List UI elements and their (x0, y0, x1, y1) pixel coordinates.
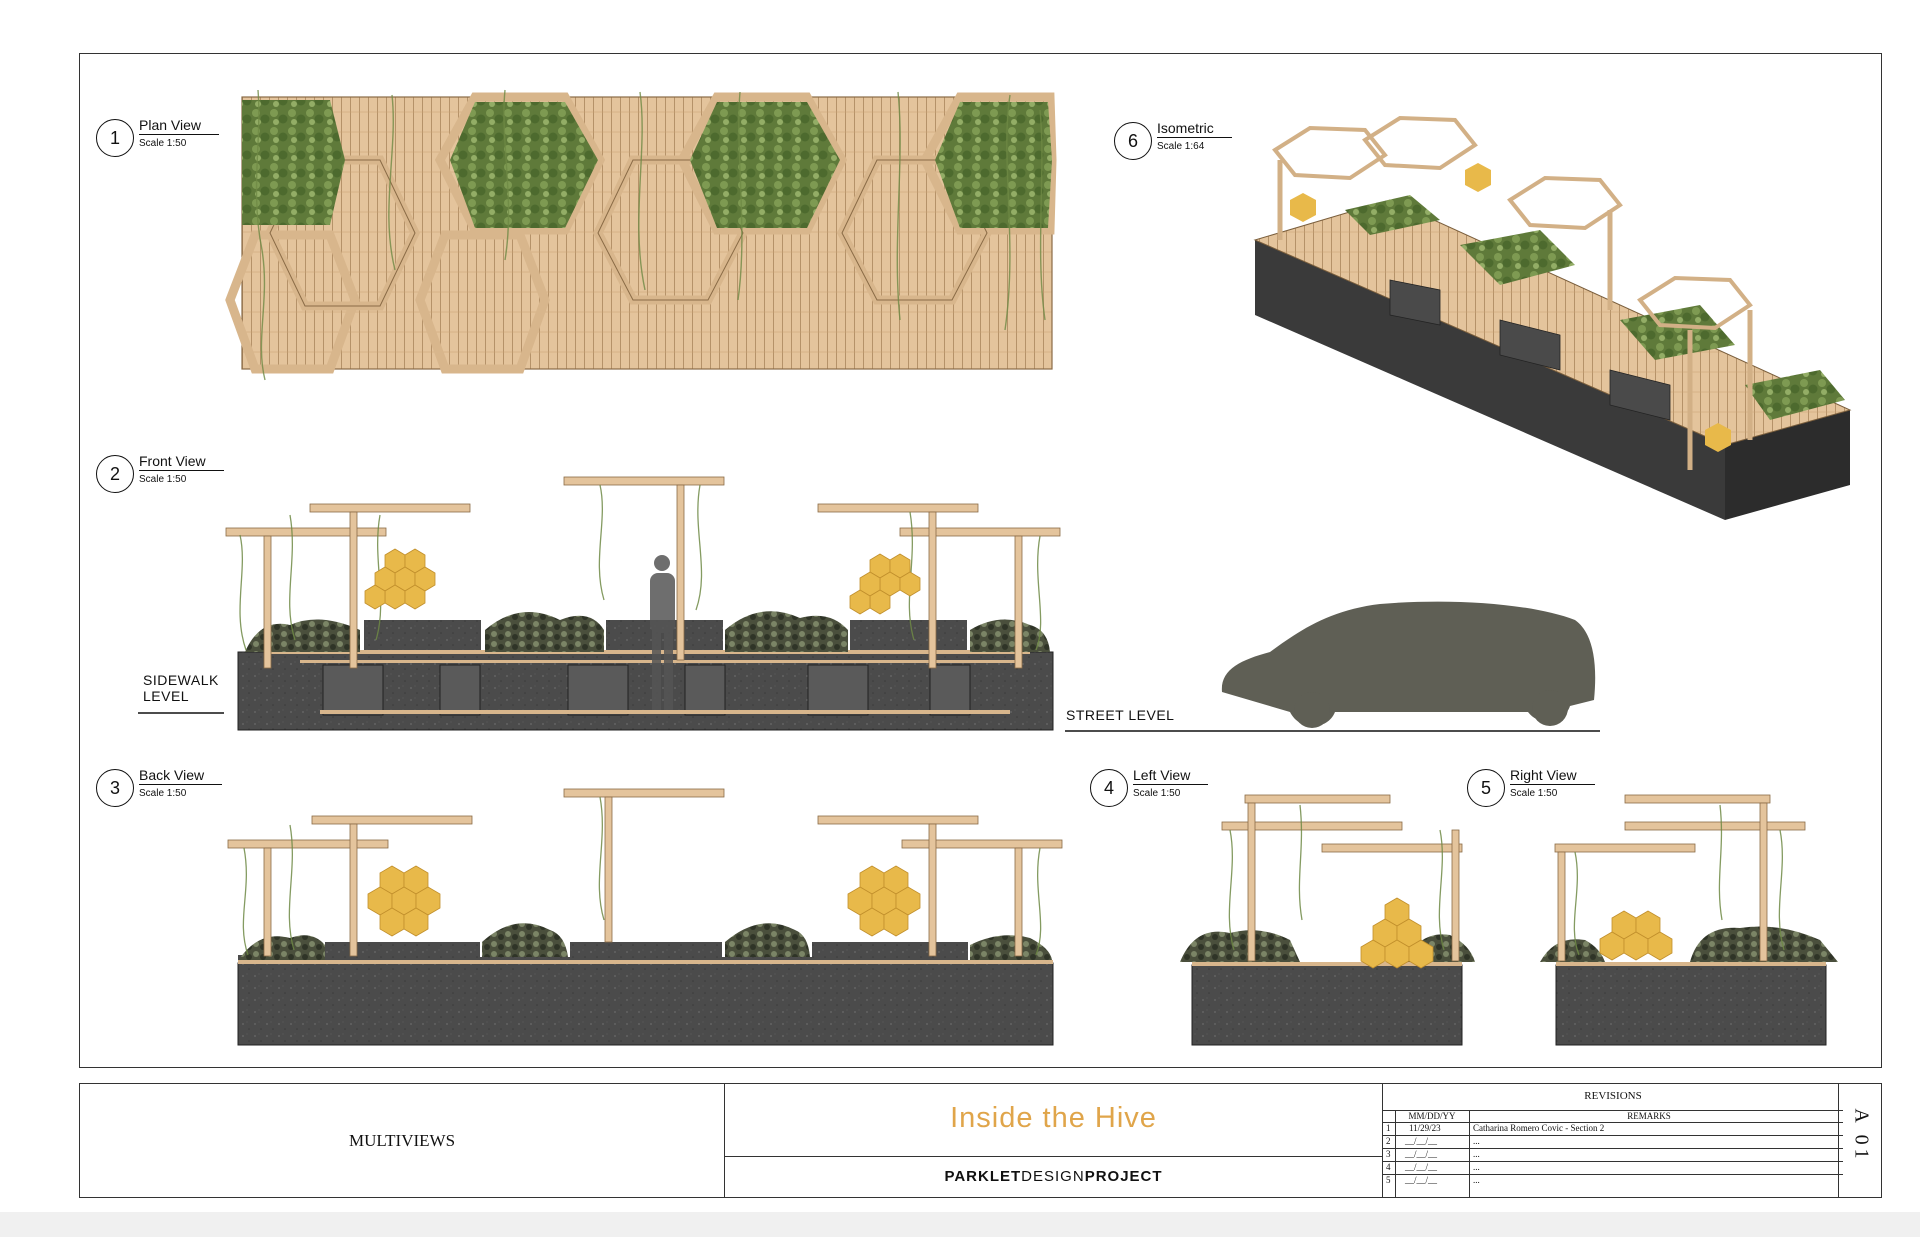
revision-row: 4 __/__/__ ... (1386, 1162, 1480, 1172)
left-view-drawing (1180, 794, 1475, 1046)
revision-row: 3 __/__/__ ... (1386, 1149, 1480, 1159)
revisions-heading: REVISIONS (1584, 1090, 1642, 1102)
front-hive-sign-left (364, 548, 436, 610)
front-view-drawing (138, 476, 1600, 732)
left-hive-sign (1360, 897, 1434, 969)
sheet-title: MULTIVIEWS (80, 1084, 725, 1197)
subtitle-part-1: PARKLET (944, 1168, 1022, 1185)
back-hive-sign-left (367, 865, 441, 937)
back-view-drawing (227, 788, 1063, 1046)
col-date-header: MM/DD/YY (1408, 1111, 1456, 1121)
sidewalk-level-label: SIDEWALK LEVEL (143, 672, 219, 704)
revision-row: 5 __/__/__ ... (1386, 1175, 1480, 1185)
sheet-number: A 01 (1850, 1108, 1873, 1163)
right-view-drawing (1540, 794, 1838, 1046)
revisions-table: REVISIONS MM/DD/YY REMARKS 1 11/29/23 Ca… (1383, 1084, 1843, 1197)
revision-row: 2 __/__/__ ... (1386, 1136, 1480, 1146)
project-subtitle: PARKLETDESIGNPROJECT (725, 1168, 1382, 1185)
isometric-drawing (1253, 115, 1852, 520)
project-title: Inside the Hive (950, 1102, 1157, 1134)
subtitle-part-3: PROJECT (1084, 1168, 1163, 1185)
back-hive-sign-right (847, 865, 921, 937)
plan-deck (225, 89, 1057, 381)
title-block: MULTIVIEWS Inside the Hive PARKLETDESIGN… (79, 1083, 1882, 1198)
revision-row: 1 11/29/23 Catharina Romero Covic - Sect… (1386, 1123, 1605, 1133)
subtitle-part-2: DESIGN (1021, 1168, 1085, 1185)
plan-view-drawing (138, 89, 1852, 1046)
right-hive-sign (1599, 910, 1673, 961)
page-bottom-strip (0, 1212, 1920, 1237)
col-remarks-header: REMARKS (1627, 1111, 1671, 1121)
street-level-label: STREET LEVEL (1066, 707, 1175, 723)
sheet-number-cell: A 01 (1838, 1084, 1881, 1197)
project-title-cell: Inside the Hive PARKLETDESIGNPROJECT (725, 1084, 1383, 1197)
